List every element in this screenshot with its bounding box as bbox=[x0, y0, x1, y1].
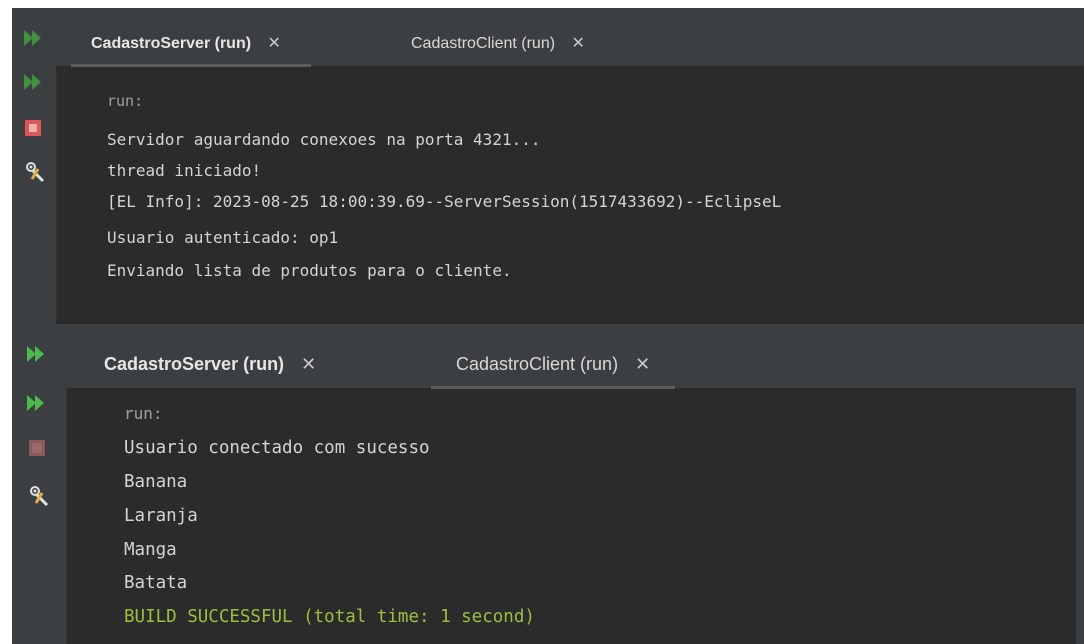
console-line: Usuario conectado com sucesso bbox=[124, 438, 430, 458]
tab-cadastro-server[interactable]: CadastroServer (run) ✕ bbox=[104, 342, 316, 386]
close-icon[interactable]: ✕ bbox=[635, 342, 650, 386]
active-tab-indicator bbox=[431, 386, 676, 389]
console-line: Enviando lista de produtos para o client… bbox=[107, 261, 512, 280]
console-line: [EL Info]: 2023-08-25 18:00:39.69--Serve… bbox=[107, 192, 782, 211]
scrollbar[interactable] bbox=[1076, 388, 1084, 644]
bottom-sidebar bbox=[12, 324, 67, 644]
rerun-icon[interactable] bbox=[26, 344, 46, 368]
stop-icon[interactable] bbox=[28, 439, 46, 461]
top-tabbar: CadastroServer (run) ✕ CadastroClient (r… bbox=[56, 8, 1084, 67]
console-line: run: bbox=[124, 404, 163, 423]
close-icon[interactable]: ✕ bbox=[268, 24, 281, 64]
bottom-output-panel: CadastroServer (run) ✕ CadastroClient (r… bbox=[12, 324, 1084, 644]
tab-label: CadastroClient (run) bbox=[411, 35, 556, 52]
settings-icon[interactable] bbox=[28, 485, 50, 511]
tab-cadastro-client[interactable]: CadastroClient (run) ✕ bbox=[411, 24, 585, 64]
close-icon[interactable]: ✕ bbox=[572, 24, 585, 64]
close-icon[interactable]: ✕ bbox=[301, 342, 316, 386]
console-line: Manga bbox=[124, 540, 177, 560]
tab-label: CadastroServer (run) bbox=[91, 35, 252, 52]
rerun-icon[interactable] bbox=[23, 28, 43, 52]
top-sidebar bbox=[12, 8, 57, 324]
rerun-icon[interactable] bbox=[26, 393, 46, 417]
settings-icon[interactable] bbox=[24, 161, 46, 187]
tab-label: CadastroServer (run) bbox=[104, 354, 285, 374]
console-line: Batata bbox=[124, 573, 188, 593]
console-line: Banana bbox=[124, 472, 188, 492]
bottom-console-output: run: Usuario conectado com sucesso Banan… bbox=[124, 400, 1079, 640]
console-line: thread iniciado! bbox=[107, 161, 262, 180]
console-line: Usuario autenticado: op1 bbox=[107, 228, 339, 247]
build-status: BUILD SUCCESSFUL (total time: 1 second) bbox=[124, 607, 535, 627]
tab-cadastro-client[interactable]: CadastroClient (run) ✕ bbox=[431, 342, 676, 389]
stop-icon[interactable] bbox=[24, 119, 42, 141]
bottom-tabbar: CadastroServer (run) ✕ CadastroClient (r… bbox=[66, 324, 1084, 389]
rerun-icon[interactable] bbox=[23, 72, 43, 96]
top-output-panel: CadastroServer (run) ✕ CadastroClient (r… bbox=[12, 8, 1084, 324]
console-line: Servidor aguardando conexoes na porta 43… bbox=[107, 130, 541, 149]
console-line: run: bbox=[107, 92, 144, 110]
tab-cadastro-server[interactable]: CadastroServer (run) ✕ bbox=[71, 24, 311, 67]
top-console-output: run: Servidor aguardando conexoes na por… bbox=[107, 88, 1082, 318]
console-line: Laranja bbox=[124, 506, 198, 526]
tab-label: CadastroClient (run) bbox=[456, 354, 619, 374]
active-tab-indicator bbox=[71, 64, 311, 67]
